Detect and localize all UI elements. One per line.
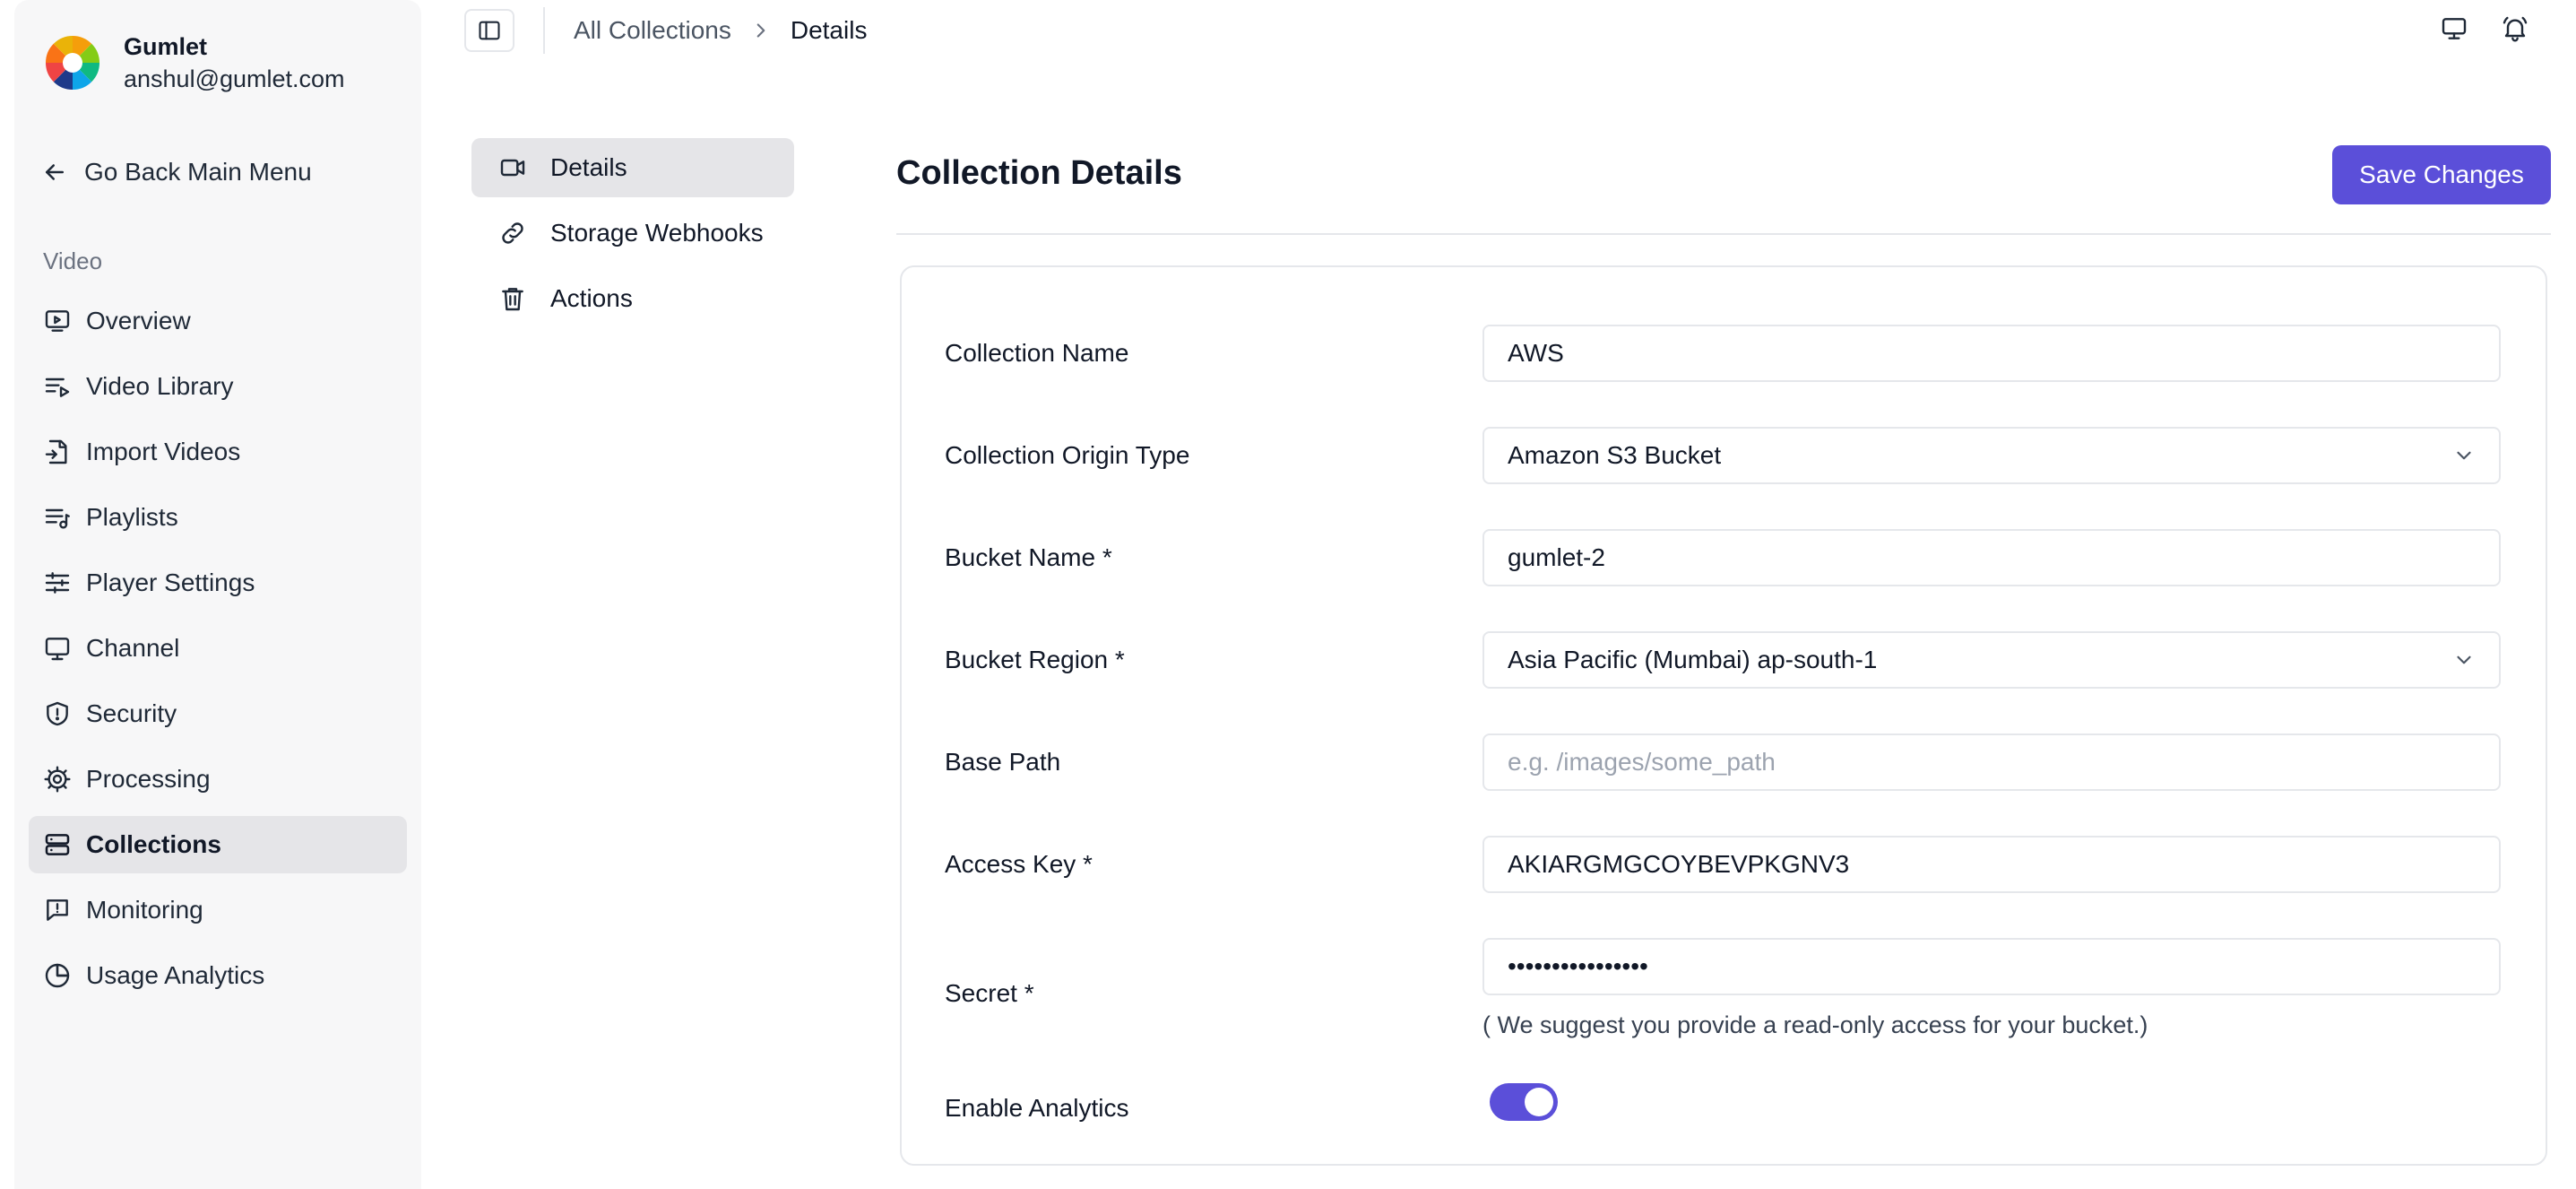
pie-chart-icon (45, 963, 70, 988)
sidebar-item-playlists[interactable]: Playlists (29, 489, 407, 546)
topbar-divider (543, 7, 545, 54)
sidebar-item-label: Video Library (86, 372, 234, 400)
playlist-icon (45, 508, 70, 529)
breadcrumb-current: Details (790, 16, 868, 44)
server-icon (45, 834, 70, 855)
enable-analytics-label: Enable Analytics (945, 1094, 1129, 1122)
base-path-label: Base Path (945, 748, 1061, 776)
sidebar-item-processing[interactable]: Processing (29, 751, 407, 808)
sidebar-item-label: Processing (86, 765, 211, 793)
chevron-right-icon (756, 23, 765, 38)
bucket-name-label: Bucket Name * (945, 543, 1112, 571)
org-name: Gumlet (124, 33, 208, 60)
collection-subnav: Details Storage Webhooks Actions (471, 138, 794, 334)
access-key-field[interactable] (1482, 836, 2501, 893)
page-title: Collection Details (896, 154, 1182, 192)
sidebar-item-label: Usage Analytics (86, 961, 265, 989)
video-camera-icon (500, 159, 525, 177)
sidebar-item-label: Monitoring (86, 896, 203, 924)
chevron-down-icon (2457, 451, 2471, 460)
origin-type-value: Amazon S3 Bucket (1508, 441, 1722, 469)
shield-icon (47, 701, 68, 726)
secret-masked-value[interactable]: •••••••••••••••• (1508, 952, 2476, 981)
bucket-region-label: Bucket Region * (945, 646, 1125, 673)
enable-analytics-toggle[interactable] (1490, 1083, 1558, 1121)
bell-ring-icon[interactable] (2501, 14, 2529, 43)
profile[interactable]: Gumlet anshul@gumlet.com (45, 30, 345, 95)
gear-icon (44, 766, 71, 793)
chevron-down-icon (2457, 655, 2471, 664)
access-key-input[interactable] (1508, 850, 2476, 879)
collection-name-input[interactable] (1508, 339, 2476, 368)
collection-name-field[interactable] (1482, 325, 2501, 382)
sidebar-item-collections[interactable]: Collections (29, 816, 407, 873)
base-path-input[interactable] (1508, 748, 2476, 777)
message-alert-icon (47, 899, 68, 921)
bucket-region-select[interactable]: Asia Pacific (Mumbai) ap-south-1 (1482, 631, 2501, 689)
subnav-item-label: Storage Webhooks (550, 219, 764, 247)
bucket-region-value: Asia Pacific (Mumbai) ap-south-1 (1508, 646, 1878, 673)
sidebar-item-monitoring[interactable]: Monitoring (29, 881, 407, 939)
sidebar-item-label: Security (86, 699, 177, 727)
origin-type-label: Collection Origin Type (945, 441, 1190, 469)
sliders-icon (45, 572, 70, 594)
file-import-icon (45, 439, 67, 464)
go-back-label: Go Back Main Menu (84, 158, 312, 186)
play-screen-icon (45, 310, 70, 332)
desktop-icon[interactable] (2440, 14, 2468, 43)
go-back-main-menu-link[interactable]: Go Back Main Menu (41, 152, 312, 192)
subnav-item-actions[interactable]: Actions (471, 269, 794, 328)
secret-hint: ( We suggest you provide a read-only acc… (1482, 1011, 2148, 1038)
breadcrumb: All Collections Details (574, 13, 867, 48)
sidebar-item-channel[interactable]: Channel (29, 620, 407, 677)
sidebar-item-video-library[interactable]: Video Library (29, 358, 407, 415)
sidebar-item-label: Collections (86, 830, 221, 858)
sidebar-item-usage-analytics[interactable]: Usage Analytics (29, 947, 407, 1004)
toggle-knob (1525, 1088, 1553, 1116)
sidebar-item-player-settings[interactable]: Player Settings (29, 554, 407, 612)
sidebar: Gumlet anshul@gumlet.com Go Back Main Me… (14, 0, 421, 1189)
sidebar-item-security[interactable]: Security (29, 685, 407, 742)
arrow-left-icon (46, 164, 64, 180)
subnav-item-label: Details (550, 153, 627, 181)
section-label-video: Video (43, 247, 103, 274)
sidebar-item-label: Player Settings (86, 568, 255, 596)
bucket-name-input[interactable] (1508, 543, 2476, 572)
subnav-item-details[interactable]: Details (471, 138, 794, 197)
sidebar-nav: Overview Video Library Import Videos Pla… (29, 292, 407, 1012)
origin-type-select[interactable]: Amazon S3 Bucket (1482, 427, 2501, 484)
sidebar-item-label: Playlists (86, 503, 178, 531)
title-divider (896, 233, 2551, 235)
save-changes-button[interactable]: Save Changes (2332, 145, 2551, 204)
base-path-field[interactable] (1482, 733, 2501, 791)
monitor-icon (45, 638, 70, 661)
subnav-item-storage-webhooks[interactable]: Storage Webhooks (471, 204, 794, 263)
sidebar-toggle-button[interactable] (464, 9, 514, 52)
user-email: anshul@gumlet.com (124, 65, 345, 92)
sidebar-item-overview[interactable]: Overview (29, 292, 407, 350)
access-key-label: Access Key * (945, 850, 1093, 878)
sidebar-panel-icon (479, 21, 500, 40)
breadcrumb-all-collections[interactable]: All Collections (574, 16, 731, 45)
list-play-icon (45, 378, 70, 397)
secret-field[interactable]: •••••••••••••••• (1482, 938, 2501, 995)
sidebar-item-label: Overview (86, 307, 191, 334)
secret-label: Secret * (945, 979, 1034, 1007)
subnav-item-label: Actions (550, 284, 633, 312)
link-icon (502, 222, 523, 244)
trash-icon (502, 288, 523, 311)
top-icons (2440, 14, 2529, 43)
bucket-name-field[interactable] (1482, 529, 2501, 586)
sidebar-item-import-videos[interactable]: Import Videos (29, 423, 407, 481)
sidebar-item-label: Channel (86, 634, 180, 662)
sidebar-item-label: Import Videos (86, 438, 241, 465)
collection-name-label: Collection Name (945, 339, 1129, 367)
gumlet-logo (46, 36, 99, 90)
